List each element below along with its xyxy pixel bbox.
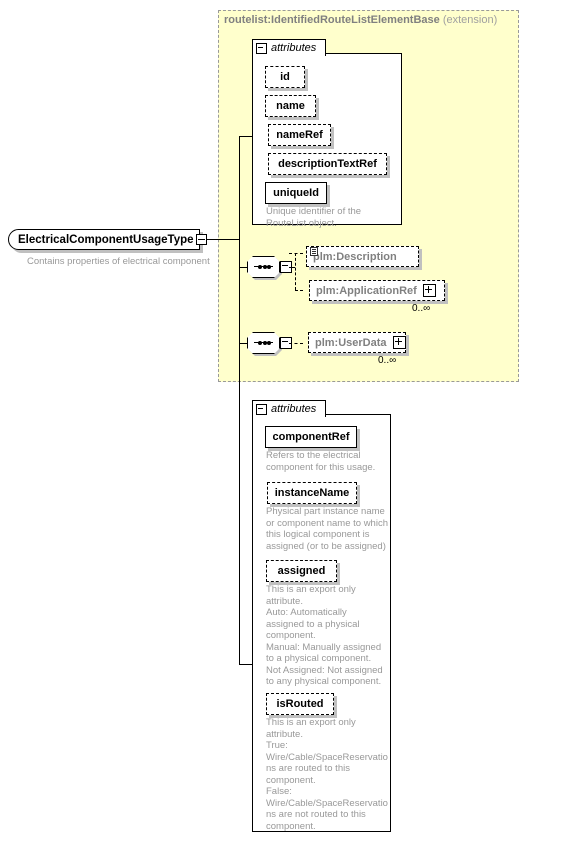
xsd-diagram: routelist:IdentifiedRouteListElementBase… [0,0,561,853]
cardinality-label: 0..∞ [412,303,431,314]
assigned-documentation: This is an export only attribute. Auto: … [266,584,383,687]
element-plm-description[interactable]: plm:Description [306,246,419,267]
attribute-node-isRouted[interactable]: isRouted [266,693,334,715]
extension-kind: (extension) [442,14,498,26]
sequence-compositor-2[interactable] [247,332,292,356]
attribute-node-name[interactable]: name [265,95,316,117]
connector-spine [239,136,240,664]
type-documentation: Contains properties of electrical compon… [27,256,210,267]
uniqueId-documentation: Unique identifier of the RouteList objec… [266,206,362,229]
attribute-node-descriptionTextRef[interactable]: descriptionTextRef [268,153,387,175]
attribute-node-componentRef[interactable]: componentRef [265,426,357,448]
type-name: ElectricalComponentUsageType [18,233,194,246]
connector-line [239,343,248,344]
componentRef-documentation: Refers to the electrical component for t… [266,450,376,473]
type-box[interactable]: ElectricalComponentUsageType [8,229,200,250]
own-attributes-tab[interactable]: attributes [252,400,326,417]
own-attributes-label: attributes [271,403,317,415]
branch-line [289,267,295,268]
branch-line [295,253,296,290]
minus-icon[interactable] [196,234,207,245]
node-label: nameRef [276,129,323,141]
extension-base-type: routelist:IdentifiedRouteListElementBase [224,14,440,26]
isRouted-documentation: This is an export only attribute. True: … [266,717,388,832]
instanceName-documentation: Physical part instance name or component… [266,506,388,552]
base-attributes-tab[interactable]: attributes [252,39,326,56]
extension-title: routelist:IdentifiedRouteListElementBase… [224,14,497,26]
connector-line [239,664,253,665]
attribute-node-instanceName[interactable]: instanceName [267,482,357,504]
node-label: componentRef [272,431,350,443]
attribute-node-nameRef[interactable]: nameRef [268,124,331,146]
attribute-node-assigned[interactable]: assigned [266,560,337,582]
attribute-node-uniqueId[interactable]: uniqueId [265,182,327,204]
plus-icon[interactable] [422,284,436,297]
branch-line [295,290,303,291]
sequence-dot [267,264,271,269]
node-label: assigned [277,565,326,577]
sequence-dot [258,264,262,269]
base-attributes-label: attributes [271,42,317,54]
element-plm-userdata[interactable]: plm:UserData [308,332,406,353]
node-label: instanceName [274,487,350,499]
connector-line [239,136,253,137]
sequence-dot [262,264,267,269]
element-plm-applicationref[interactable]: plm:ApplicationRef [309,280,445,301]
sequence-dot [258,340,262,345]
sequence-dot [267,340,271,345]
connector-line [207,239,240,240]
attribute-node-id[interactable]: id [265,66,305,88]
node-label: isRouted [276,698,324,710]
element-label: plm:Description [313,250,397,263]
connector-line [239,267,248,268]
document-icon [310,247,318,256]
node-label: id [280,71,290,83]
node-label: descriptionTextRef [278,158,377,170]
plus-icon[interactable] [392,336,406,349]
node-label: name [276,100,305,112]
branch-line [289,253,303,254]
minus-icon[interactable] [256,42,267,54]
sequence-dot [262,340,267,345]
branch-line [289,343,303,344]
element-label: plm:UserData [315,336,387,349]
cardinality-label: 0..∞ [378,355,397,366]
element-label: plm:ApplicationRef [316,284,417,297]
minus-icon[interactable] [256,403,267,415]
node-label: uniqueId [273,187,319,199]
